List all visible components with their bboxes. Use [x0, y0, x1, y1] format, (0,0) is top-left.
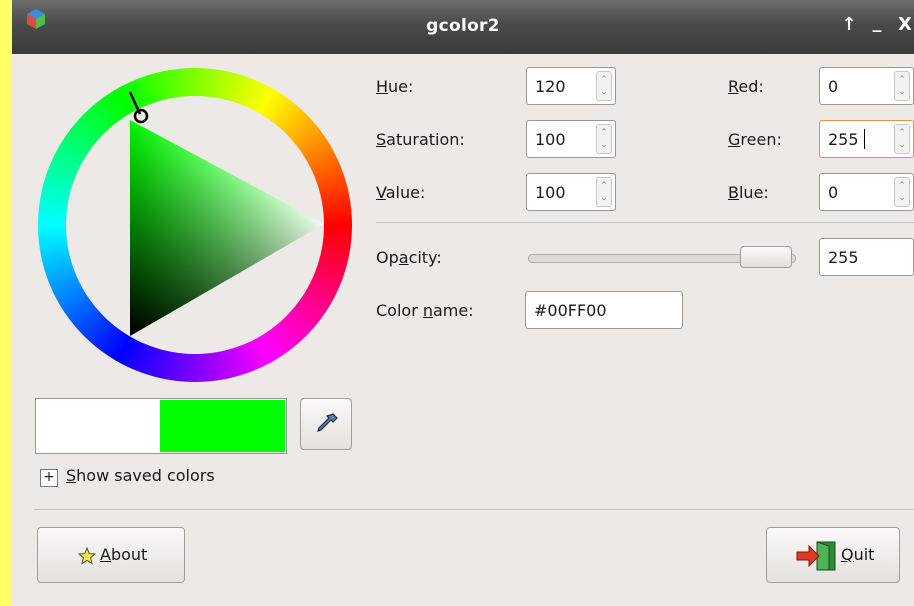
color-name-field[interactable]: #00FF00 [525, 291, 683, 329]
saved-colors-expander[interactable]: + [40, 469, 58, 487]
value-spin-arrows[interactable]: ⌃ ⌄ [596, 177, 612, 207]
minimize-button[interactable]: _ [866, 12, 888, 33]
bottom-separator [34, 509, 914, 510]
red-label: Red: [728, 77, 764, 96]
hue-spin-arrows[interactable]: ⌃ ⌄ [596, 71, 612, 101]
color-name-value[interactable]: #00FF00 [534, 301, 607, 320]
previous-color-swatch[interactable] [37, 400, 159, 452]
restore-button[interactable]: ↑ [838, 14, 860, 35]
about-label: About [100, 545, 148, 564]
current-color-swatch [160, 400, 285, 452]
color-picker-marker[interactable] [133, 108, 149, 124]
green-value[interactable]: 255 [828, 130, 859, 149]
value-value[interactable]: 100 [535, 183, 566, 202]
title-bar[interactable]: gcolor2 ↑ _ X [12, 0, 914, 54]
separator [376, 222, 914, 223]
saturation-label: Saturation: [376, 130, 465, 149]
close-button[interactable]: X [894, 14, 914, 35]
eyedropper-icon [317, 413, 338, 432]
hue-value[interactable]: 120 [535, 77, 566, 96]
blue-value[interactable]: 0 [828, 183, 838, 202]
color-swatch [35, 398, 287, 454]
value-label: Value: [376, 183, 426, 202]
red-value[interactable]: 0 [828, 77, 838, 96]
opacity-value[interactable]: 255 [828, 248, 859, 267]
red-spin-arrows[interactable]: ⌃ ⌄ [894, 71, 910, 101]
show-saved-colors-label[interactable]: Show saved colors [66, 466, 215, 485]
green-label: Green: [728, 130, 782, 149]
hsv-color-wheel[interactable] [34, 64, 356, 386]
hue-spinbutton[interactable]: 120 ⌃ ⌄ [526, 67, 616, 105]
color-name-label: Color name: [376, 301, 474, 320]
saturation-spin-arrows[interactable]: ⌃ ⌄ [596, 124, 612, 154]
red-spinbutton[interactable]: 0 ⌃ ⌄ [819, 67, 914, 105]
star-icon [78, 547, 96, 565]
saturation-spinbutton[interactable]: 100 ⌃ ⌄ [526, 120, 616, 158]
green-spinbutton[interactable]: 255 ⌃ ⌄ [819, 120, 914, 158]
opacity-slider-handle[interactable] [740, 246, 792, 268]
green-spin-arrows[interactable]: ⌃ ⌄ [894, 124, 910, 154]
blue-spin-arrows[interactable]: ⌃ ⌄ [894, 177, 910, 207]
opacity-field[interactable]: 255 [819, 238, 914, 276]
about-button[interactable]: About [37, 527, 185, 583]
saturation-value[interactable]: 100 [535, 130, 566, 149]
exit-door-icon [796, 541, 836, 571]
value-spinbutton[interactable]: 100 ⌃ ⌄ [526, 173, 616, 211]
hue-label: Hue: [376, 77, 414, 96]
opacity-label: Opacity: [376, 248, 442, 267]
blue-spinbutton[interactable]: 0 ⌃ ⌄ [819, 173, 914, 211]
text-caret [864, 129, 865, 149]
eyedropper-button[interactable] [300, 398, 352, 450]
blue-label: Blue: [728, 183, 769, 202]
gcolor2-window: gcolor2 ↑ _ X Hue: 120 ⌃ ⌄ Saturation: 1… [12, 0, 914, 606]
window-title: gcolor2 [426, 16, 500, 36]
quit-label: Quit [841, 545, 875, 564]
quit-button[interactable]: Quit [766, 527, 900, 583]
